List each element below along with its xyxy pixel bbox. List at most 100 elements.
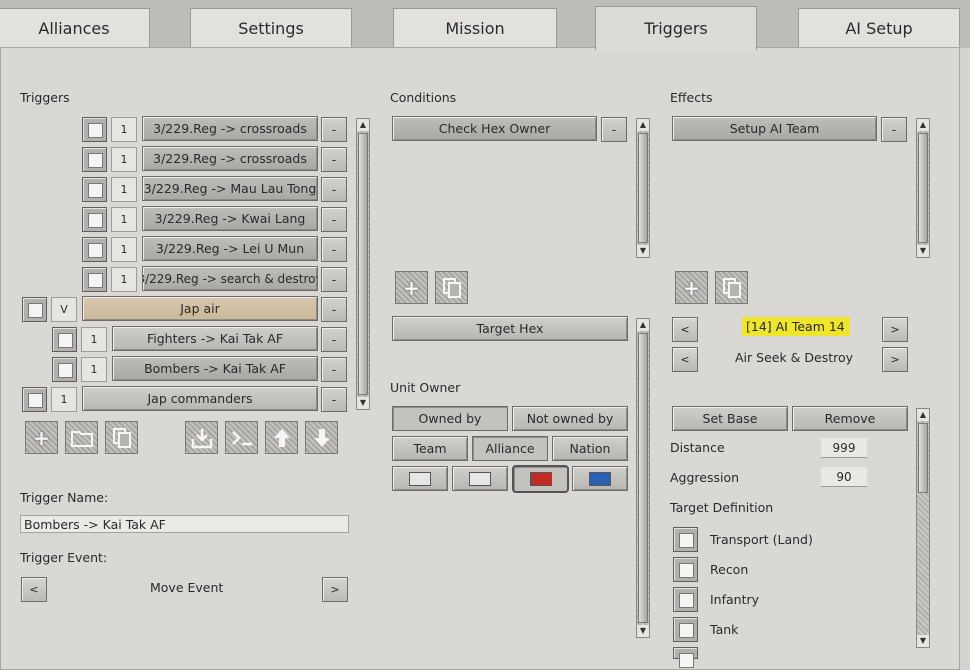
remove-trigger-button[interactable]: - (321, 387, 347, 412)
trigger-item[interactable]: 3/229.Reg -> search & destroy (142, 266, 318, 291)
owner-color-button-3[interactable] (512, 465, 569, 493)
remove-trigger-button[interactable]: - (321, 327, 347, 352)
trigger-item[interactable]: 3/229.Reg -> Lei U Mun (142, 236, 318, 261)
owned-by-toggle[interactable]: Owned by (392, 406, 508, 431)
event-prev-button[interactable]: < (21, 577, 47, 602)
remove-trigger-button[interactable]: - (321, 267, 347, 292)
event-next-button[interactable]: > (322, 577, 348, 602)
effect-params-scrollbar[interactable]: ▲ ▼ (916, 408, 930, 648)
move-down-button[interactable] (305, 421, 338, 454)
target-checkbox-infantry[interactable] (673, 587, 698, 612)
scroll-thumb[interactable] (358, 133, 368, 395)
conditions-heading: Conditions (390, 90, 457, 105)
team-toggle[interactable]: Team (392, 436, 468, 461)
alliance-toggle[interactable]: Alliance (472, 436, 548, 461)
team-prev-button[interactable]: < (672, 317, 698, 342)
tab-settings[interactable]: Settings (190, 8, 352, 48)
remove-trigger-button[interactable]: - (321, 297, 347, 322)
trigger-checkbox[interactable] (82, 147, 107, 172)
trigger-name-input[interactable]: Bombers -> Kai Tak AF (20, 515, 349, 533)
owner-color-button-1[interactable] (392, 466, 448, 491)
scroll-down-icon[interactable]: ▼ (637, 625, 649, 637)
console-button[interactable] (225, 421, 258, 454)
target-checkbox-recon[interactable] (673, 557, 698, 582)
owner-color-button-2[interactable] (452, 466, 508, 491)
set-base-button[interactable]: Set Base (672, 406, 788, 431)
copy-trigger-button[interactable] (105, 421, 138, 454)
target-checkbox-transport[interactable] (673, 527, 698, 552)
target-hex-button[interactable]: Target Hex (392, 316, 628, 341)
trigger-item[interactable]: 3/229.Reg -> crossroads (142, 116, 318, 141)
trigger-checkbox[interactable] (82, 177, 107, 202)
scroll-thumb[interactable] (638, 133, 648, 243)
trigger-checkbox[interactable] (22, 387, 47, 412)
add-condition-button[interactable]: + (395, 271, 428, 304)
add-effect-button[interactable]: + (675, 271, 708, 304)
trigger-checkbox[interactable] (82, 117, 107, 142)
trigger-checkbox[interactable] (52, 357, 77, 382)
tab-ai-setup[interactable]: AI Setup (798, 8, 960, 48)
scroll-up-icon[interactable]: ▲ (637, 119, 649, 131)
copy-effect-button[interactable] (715, 271, 748, 304)
aggression-input[interactable]: 90 (821, 467, 867, 487)
arrow-down-icon (313, 428, 330, 447)
tab-mission[interactable]: Mission (393, 8, 557, 48)
distance-input[interactable]: 999 (821, 438, 867, 458)
import-button[interactable] (185, 421, 218, 454)
add-group-button[interactable] (65, 421, 98, 454)
condition-item[interactable]: Check Hex Owner (392, 116, 597, 141)
scroll-down-icon[interactable]: ▼ (917, 635, 929, 647)
trigger-checkbox[interactable] (82, 267, 107, 292)
effects-scrollbar[interactable]: ▲ ▼ (916, 118, 930, 258)
group-toggle[interactable]: V (51, 297, 77, 322)
scroll-thumb[interactable] (918, 423, 928, 493)
scroll-thumb[interactable] (918, 133, 928, 243)
target-checkbox-tank[interactable] (673, 617, 698, 642)
trigger-count: 1 (111, 207, 137, 232)
remove-effect-button[interactable]: - (881, 117, 907, 142)
scroll-up-icon[interactable]: ▲ (637, 319, 649, 331)
trigger-checkbox[interactable] (82, 207, 107, 232)
scroll-up-icon[interactable]: ▲ (917, 119, 929, 131)
trigger-checkbox[interactable] (82, 237, 107, 262)
triggers-scrollbar[interactable]: ▲ ▼ (356, 118, 370, 410)
trigger-item[interactable]: Jap commanders (82, 386, 318, 411)
scroll-down-icon[interactable]: ▼ (357, 397, 369, 409)
mode-prev-button[interactable]: < (672, 347, 698, 372)
scroll-up-icon[interactable]: ▲ (357, 119, 369, 131)
scroll-down-icon[interactable]: ▼ (637, 245, 649, 257)
scroll-thumb[interactable] (638, 333, 648, 623)
nation-toggle[interactable]: Nation (552, 436, 628, 461)
effect-item[interactable]: Setup AI Team (672, 116, 877, 141)
remove-trigger-button[interactable]: - (321, 237, 347, 262)
remove-trigger-button[interactable]: - (321, 177, 347, 202)
owner-color-button-4[interactable] (572, 466, 628, 491)
copy-condition-button[interactable] (435, 271, 468, 304)
trigger-item[interactable]: 3/229.Reg -> crossroads (142, 146, 318, 171)
conditions-scrollbar[interactable]: ▲ ▼ (636, 118, 650, 258)
trigger-item[interactable]: 3/229.Reg -> Mau Lau Tong (142, 176, 318, 201)
mode-next-button[interactable]: > (882, 347, 908, 372)
tab-alliances[interactable]: Alliances (0, 8, 150, 48)
add-trigger-button[interactable]: + (25, 421, 58, 454)
condition-params-scrollbar[interactable]: ▲ ▼ (636, 318, 650, 638)
scroll-up-icon[interactable]: ▲ (917, 409, 929, 421)
trigger-item-selected[interactable]: Bombers -> Kai Tak AF (112, 356, 318, 381)
trigger-group-item[interactable]: Jap air (82, 296, 318, 321)
scroll-down-icon[interactable]: ▼ (917, 245, 929, 257)
group-checkbox[interactable] (22, 297, 47, 322)
target-checkbox-partial[interactable] (673, 647, 698, 668)
remove-trigger-button[interactable]: - (321, 117, 347, 142)
remove-trigger-button[interactable]: - (321, 207, 347, 232)
trigger-item[interactable]: 3/229.Reg -> Kwai Lang (142, 206, 318, 231)
trigger-checkbox[interactable] (52, 327, 77, 352)
move-up-button[interactable] (265, 421, 298, 454)
team-next-button[interactable]: > (882, 317, 908, 342)
remove-trigger-button[interactable]: - (321, 357, 347, 382)
tab-triggers[interactable]: Triggers (595, 6, 757, 50)
remove-base-button[interactable]: Remove (792, 406, 908, 431)
not-owned-by-toggle[interactable]: Not owned by (512, 406, 628, 431)
trigger-item[interactable]: Fighters -> Kai Tak AF (112, 326, 318, 351)
remove-condition-button[interactable]: - (601, 117, 627, 142)
remove-trigger-button[interactable]: - (321, 147, 347, 172)
